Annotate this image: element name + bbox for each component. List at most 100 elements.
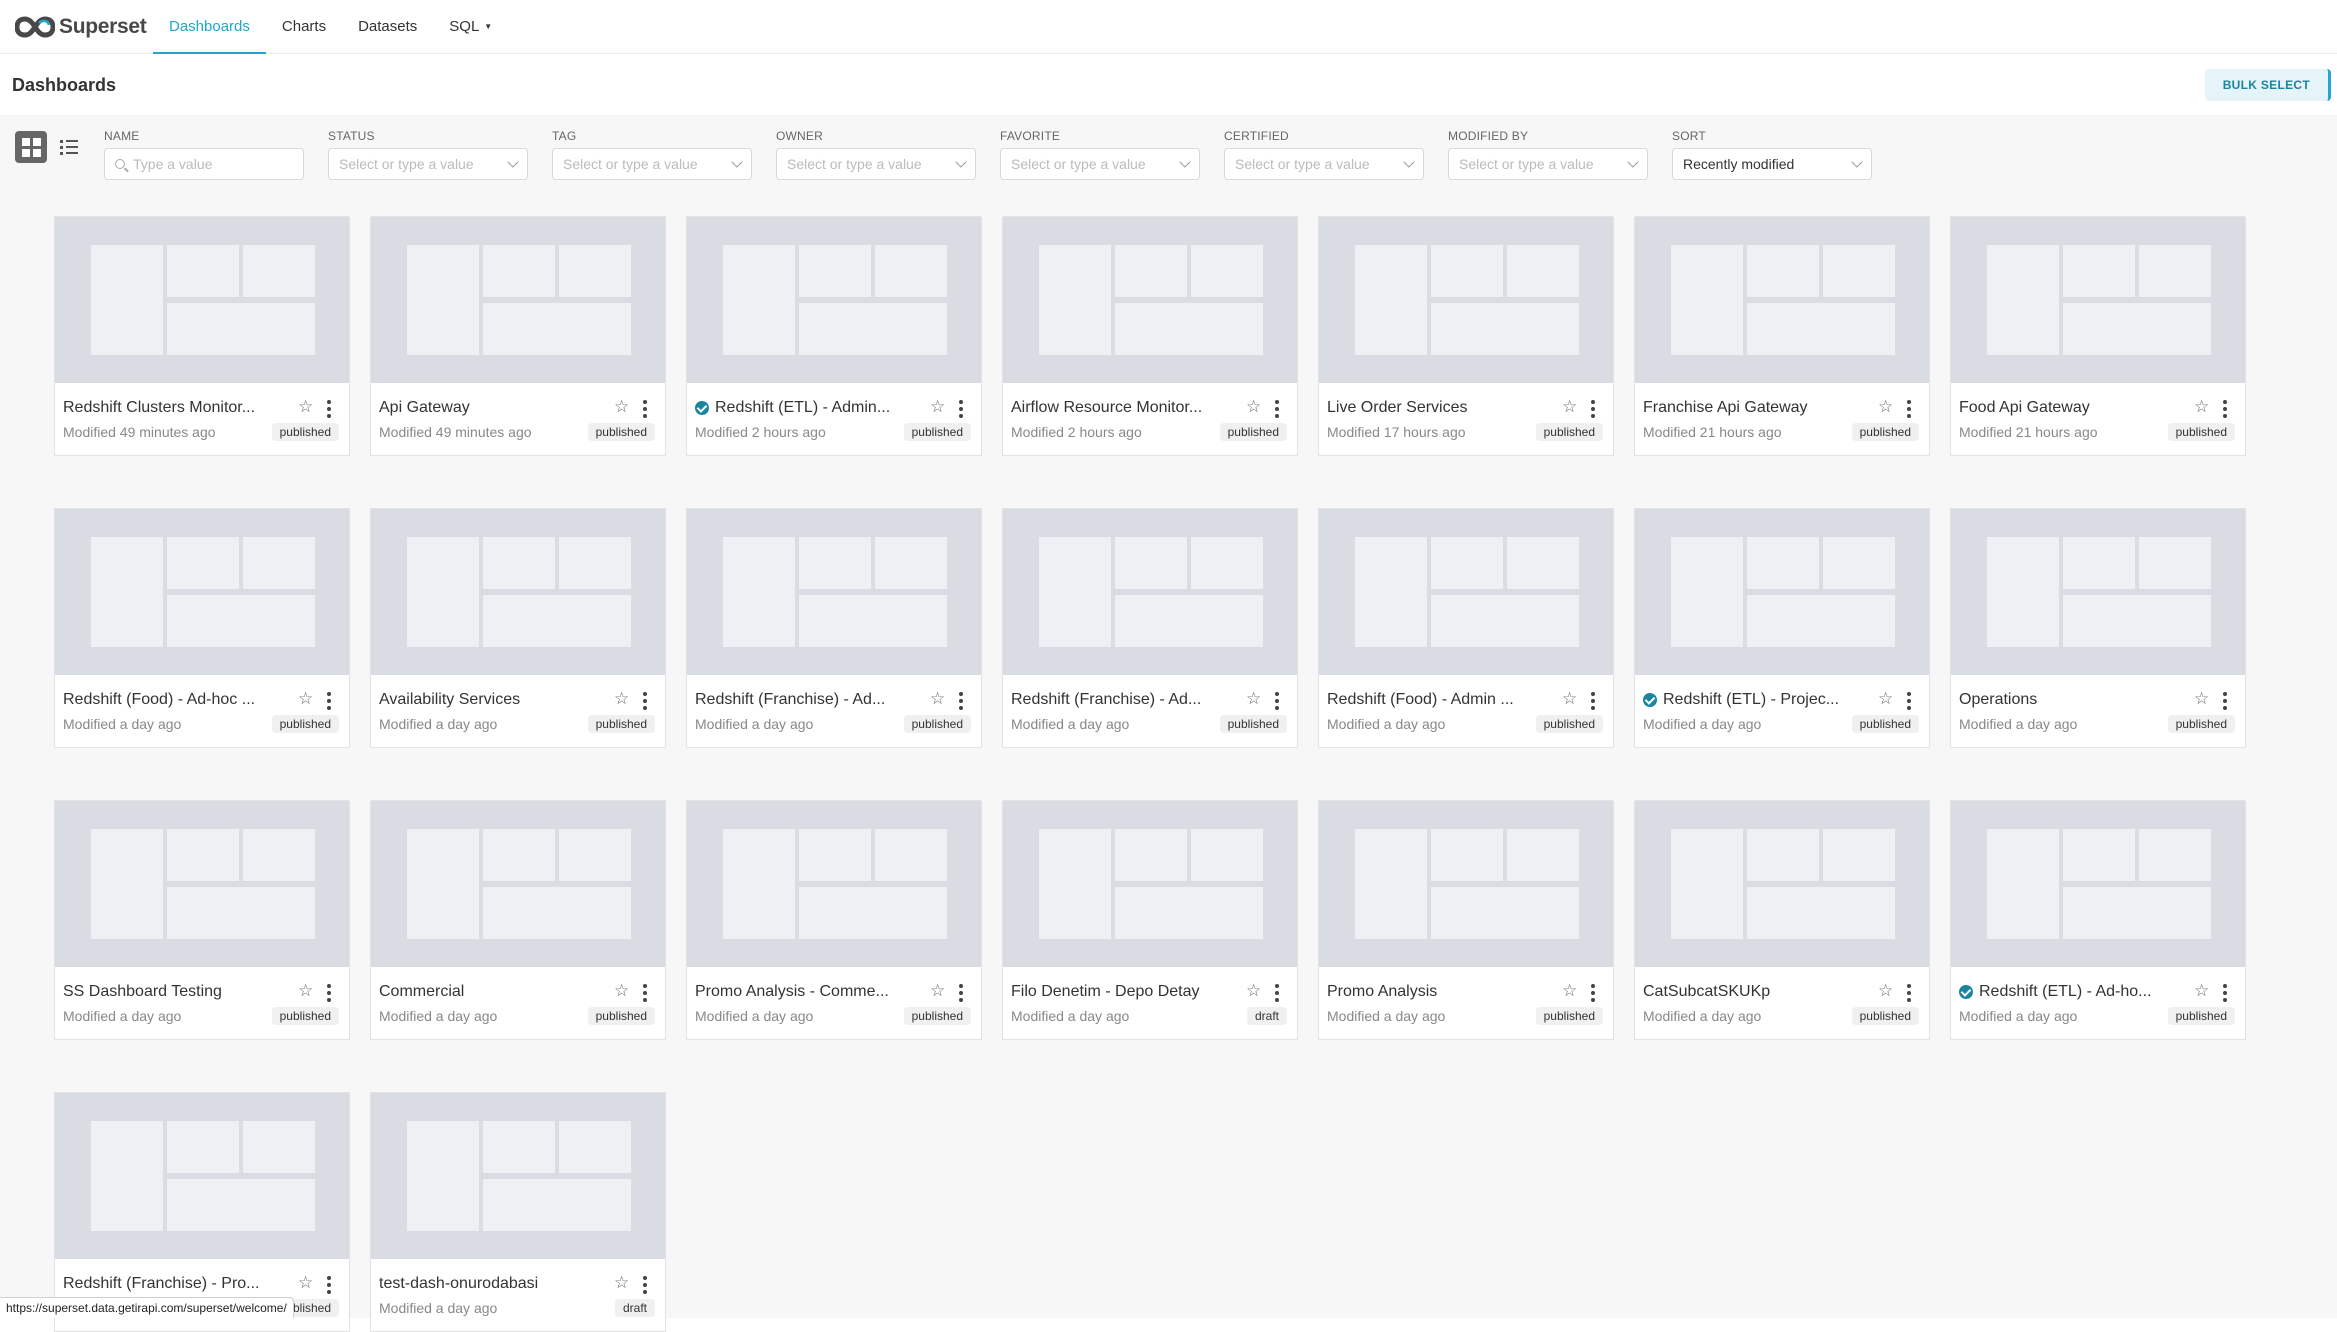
dashboard-thumbnail[interactable] bbox=[1003, 217, 1297, 383]
more-actions-icon[interactable] bbox=[1275, 400, 1279, 418]
more-actions-icon[interactable] bbox=[327, 692, 331, 710]
dashboard-thumbnail[interactable] bbox=[1951, 801, 2245, 967]
filter-select[interactable]: Select or type a value bbox=[776, 148, 976, 180]
dashboard-thumbnail[interactable] bbox=[55, 1093, 349, 1259]
dashboard-card[interactable]: SS Dashboard Testing ☆ Modified a day ago p… bbox=[54, 800, 350, 1040]
dashboard-card[interactable]: Live Order Services ☆ Modified 17 hours ag… bbox=[1318, 216, 1614, 456]
dashboard-title[interactable]: test-dash-onurodabasi bbox=[379, 1275, 604, 1293]
dashboard-title[interactable]: Redshift (Franchise) - Ad... bbox=[1011, 691, 1236, 709]
dashboard-title[interactable]: Filo Denetim - Depo Detay bbox=[1011, 983, 1236, 1001]
filter-select[interactable]: Recently modified bbox=[1672, 148, 1872, 180]
dashboard-card[interactable]: Franchise Api Gateway ☆ Modified 21 hours … bbox=[1634, 216, 1930, 456]
dashboard-card[interactable]: Food Api Gateway ☆ Modified 21 hours ago pu… bbox=[1950, 216, 2246, 456]
favorite-star-icon[interactable]: ☆ bbox=[1246, 981, 1261, 1001]
filter-select[interactable]: Select or type a value bbox=[552, 148, 752, 180]
dashboard-card[interactable]: Airflow Resource Monitor... ☆ Modified 2 h… bbox=[1002, 216, 1298, 456]
favorite-star-icon[interactable]: ☆ bbox=[2194, 397, 2209, 417]
favorite-star-icon[interactable]: ☆ bbox=[1246, 689, 1261, 709]
dashboard-title[interactable]: Operations bbox=[1959, 691, 2184, 709]
more-actions-icon[interactable] bbox=[1907, 692, 1911, 710]
more-actions-icon[interactable] bbox=[643, 692, 647, 710]
favorite-star-icon[interactable]: ☆ bbox=[298, 397, 313, 417]
favorite-star-icon[interactable]: ☆ bbox=[930, 981, 945, 1001]
favorite-star-icon[interactable]: ☆ bbox=[2194, 981, 2209, 1001]
favorite-star-icon[interactable]: ☆ bbox=[2194, 689, 2209, 709]
favorite-star-icon[interactable]: ☆ bbox=[1878, 397, 1893, 417]
card-view-button[interactable] bbox=[15, 131, 47, 163]
nav-item-charts[interactable]: Charts bbox=[266, 0, 342, 53]
dashboard-title[interactable]: Api Gateway bbox=[379, 399, 604, 417]
favorite-star-icon[interactable]: ☆ bbox=[298, 689, 313, 709]
nav-item-dashboards[interactable]: Dashboards bbox=[153, 0, 266, 54]
dashboard-card[interactable]: Commercial ☆ Modified a day ago published bbox=[370, 800, 666, 1040]
dashboard-thumbnail[interactable] bbox=[371, 217, 665, 383]
more-actions-icon[interactable] bbox=[2223, 984, 2227, 1002]
dashboard-title[interactable]: SS Dashboard Testing bbox=[63, 983, 288, 1001]
more-actions-icon[interactable] bbox=[1275, 984, 1279, 1002]
filter-select[interactable]: Select or type a value bbox=[328, 148, 528, 180]
more-actions-icon[interactable] bbox=[1591, 984, 1595, 1002]
favorite-star-icon[interactable]: ☆ bbox=[614, 689, 629, 709]
dashboard-title[interactable]: Airflow Resource Monitor... bbox=[1011, 399, 1236, 417]
dashboard-title[interactable]: Live Order Services bbox=[1327, 399, 1552, 417]
favorite-star-icon[interactable]: ☆ bbox=[1562, 689, 1577, 709]
dashboard-title[interactable]: Promo Analysis bbox=[1327, 983, 1552, 1001]
more-actions-icon[interactable] bbox=[327, 400, 331, 418]
more-actions-icon[interactable] bbox=[643, 1276, 647, 1294]
dashboard-title[interactable]: Redshift (Food) - Ad-hoc ... bbox=[63, 691, 288, 709]
favorite-star-icon[interactable]: ☆ bbox=[1246, 397, 1261, 417]
dashboard-title[interactable]: Redshift (ETL) - Admin... bbox=[695, 399, 920, 417]
dashboard-title[interactable]: Redshift (ETL) - Ad-ho... bbox=[1959, 983, 2184, 1001]
dashboard-card[interactable]: CatSubcatSKUKp ☆ Modified a day ago publish… bbox=[1634, 800, 1930, 1040]
dashboard-title[interactable]: CatSubcatSKUKp bbox=[1643, 983, 1868, 1001]
dashboard-thumbnail[interactable] bbox=[1319, 509, 1613, 675]
dashboard-card[interactable]: Redshift (Food) - Ad-hoc ... ☆ Modified a … bbox=[54, 508, 350, 748]
list-view-button[interactable] bbox=[53, 131, 85, 163]
dashboard-title[interactable]: Redshift Clusters Monitor... bbox=[63, 399, 288, 417]
dashboard-thumbnail[interactable] bbox=[687, 217, 981, 383]
more-actions-icon[interactable] bbox=[643, 984, 647, 1002]
more-actions-icon[interactable] bbox=[959, 400, 963, 418]
favorite-star-icon[interactable]: ☆ bbox=[1562, 397, 1577, 417]
favorite-star-icon[interactable]: ☆ bbox=[1878, 689, 1893, 709]
dashboard-thumbnail[interactable] bbox=[371, 801, 665, 967]
dashboard-title[interactable]: Redshift (Franchise) - Pro... bbox=[63, 1275, 288, 1293]
dashboard-thumbnail[interactable] bbox=[1003, 509, 1297, 675]
favorite-star-icon[interactable]: ☆ bbox=[930, 397, 945, 417]
more-actions-icon[interactable] bbox=[643, 400, 647, 418]
dashboard-card[interactable]: Redshift (ETL) - Projec... ☆ Modified a da… bbox=[1634, 508, 1930, 748]
more-actions-icon[interactable] bbox=[327, 1276, 331, 1294]
dashboard-thumbnail[interactable] bbox=[1951, 509, 2245, 675]
dashboard-thumbnail[interactable] bbox=[1635, 801, 1929, 967]
dashboard-card[interactable]: Redshift Clusters Monitor... ☆ Modified 49… bbox=[54, 216, 350, 456]
dashboard-thumbnail[interactable] bbox=[371, 509, 665, 675]
more-actions-icon[interactable] bbox=[327, 984, 331, 1002]
more-actions-icon[interactable] bbox=[959, 984, 963, 1002]
dashboard-thumbnail[interactable] bbox=[1319, 801, 1613, 967]
dashboard-card[interactable]: Redshift (Franchise) - Ad... ☆ Modified a … bbox=[686, 508, 982, 748]
more-actions-icon[interactable] bbox=[1591, 692, 1595, 710]
dashboard-thumbnail[interactable] bbox=[687, 801, 981, 967]
dashboard-thumbnail[interactable] bbox=[1635, 509, 1929, 675]
more-actions-icon[interactable] bbox=[1275, 692, 1279, 710]
dashboard-thumbnail[interactable] bbox=[55, 509, 349, 675]
dashboard-thumbnail[interactable] bbox=[687, 509, 981, 675]
favorite-star-icon[interactable]: ☆ bbox=[298, 981, 313, 1001]
dashboard-card[interactable]: Filo Denetim - Depo Detay ☆ Modified a day… bbox=[1002, 800, 1298, 1040]
dashboard-title[interactable]: Redshift (Franchise) - Ad... bbox=[695, 691, 920, 709]
dashboard-card[interactable]: Promo Analysis ☆ Modified a day ago publish… bbox=[1318, 800, 1614, 1040]
dashboard-card[interactable]: Redshift (Franchise) - Pro...☆Modified a… bbox=[54, 1092, 350, 1332]
nav-item-datasets[interactable]: Datasets bbox=[342, 0, 433, 53]
more-actions-icon[interactable] bbox=[2223, 400, 2227, 418]
dashboard-thumbnail[interactable] bbox=[1635, 217, 1929, 383]
more-actions-icon[interactable] bbox=[1591, 400, 1595, 418]
dashboard-thumbnail[interactable] bbox=[1003, 801, 1297, 967]
dashboard-title[interactable]: Food Api Gateway bbox=[1959, 399, 2184, 417]
more-actions-icon[interactable] bbox=[959, 692, 963, 710]
dashboard-title[interactable]: Availability Services bbox=[379, 691, 604, 709]
favorite-star-icon[interactable]: ☆ bbox=[614, 981, 629, 1001]
favorite-star-icon[interactable]: ☆ bbox=[1562, 981, 1577, 1001]
nav-item-sql[interactable]: SQL ▼ bbox=[433, 0, 508, 53]
dashboard-card[interactable]: Operations ☆ Modified a day ago published bbox=[1950, 508, 2246, 748]
more-actions-icon[interactable] bbox=[1907, 400, 1911, 418]
